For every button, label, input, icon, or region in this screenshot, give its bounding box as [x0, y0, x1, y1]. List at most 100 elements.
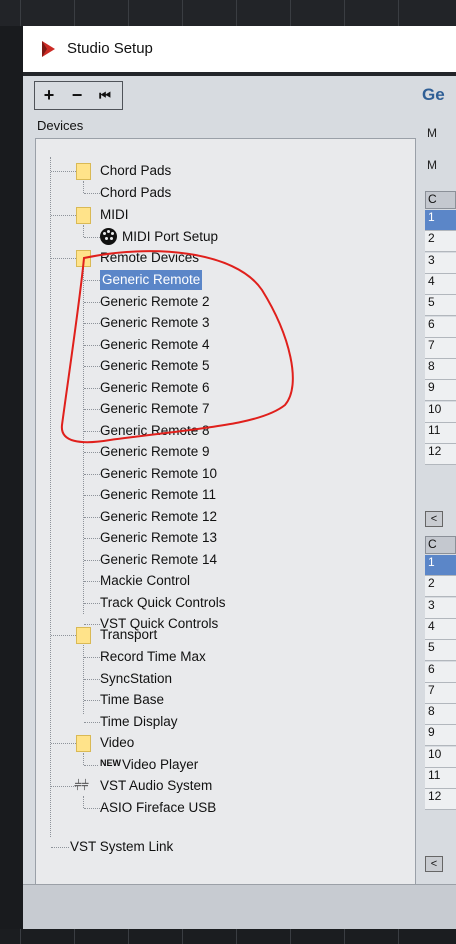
tree-item-asio-device[interactable]: ASIO Fireface USB	[100, 798, 216, 818]
folder-icon	[76, 250, 91, 267]
device-settings-panel: Ge M M C 1 2 3 4 5 6 7 8 9 10 11 12 < C 1 2 3 4 5 6 7 8 9 10…	[418, 76, 456, 886]
tree-item-transport[interactable]: SyncStation	[100, 669, 172, 689]
tree-item-remote[interactable]: Generic Remote 14	[100, 550, 217, 570]
cubase-logo-icon	[42, 41, 55, 57]
tree-folder-remote-devices[interactable]: Remote Devices	[100, 248, 199, 268]
table-row[interactable]: 4	[425, 273, 456, 295]
tree-item-remote[interactable]: Generic Remote 6	[100, 378, 210, 398]
tree-folder-chord-pads[interactable]: Chord Pads	[100, 161, 171, 181]
table-row[interactable]: 7	[425, 682, 456, 704]
tree-connector	[84, 495, 100, 496]
tree-connector	[84, 409, 100, 410]
table-row[interactable]: 2	[425, 576, 456, 598]
tree-item-remote[interactable]: Generic Remote 4	[100, 335, 210, 355]
tree-item-transport[interactable]: Record Time Max	[100, 647, 206, 667]
table-row[interactable]: 3	[425, 252, 456, 274]
tree-folder-transport[interactable]: Transport	[100, 625, 157, 645]
table-row[interactable]: 6	[425, 661, 456, 683]
table-row[interactable]: 4	[425, 618, 456, 640]
tree-item-remote[interactable]: Generic Remote 5	[100, 356, 210, 376]
table-row[interactable]: 5	[425, 640, 456, 662]
table-row[interactable]: 8	[425, 359, 456, 381]
audio-system-icon: ⫩⫩	[74, 777, 89, 793]
tree-item-vst-system-link[interactable]: VST System Link	[70, 837, 173, 857]
tree-item-vst-audio-system[interactable]: VST Audio System	[100, 776, 212, 796]
tree-connector	[84, 452, 100, 453]
tree-item-remote[interactable]: Generic Remote 9	[100, 442, 210, 462]
tree-item-remote[interactable]: Generic Remote	[100, 270, 203, 290]
tree-item-remote[interactable]: Generic Remote 10	[100, 464, 217, 484]
midi-port-icon	[100, 228, 117, 245]
scroll-left-button[interactable]: <	[425, 511, 443, 527]
tree-connector	[84, 581, 100, 582]
table-row[interactable]: 11	[425, 768, 456, 789]
table-row[interactable]: 12	[425, 444, 456, 466]
video-player-icon: NEW	[100, 758, 121, 768]
tree-item-remote[interactable]: Generic Remote 3	[100, 313, 210, 333]
tree-item-remote[interactable]: Track Quick Controls	[100, 593, 226, 613]
tree-item-remote[interactable]: Generic Remote 2	[100, 292, 210, 312]
table-header[interactable]: C	[425, 536, 456, 554]
tree-item-transport[interactable]: Time Base	[100, 690, 164, 710]
table-row[interactable]: 1	[425, 210, 456, 231]
table-row[interactable]: 9	[425, 380, 456, 402]
tree-item-remote[interactable]: Generic Remote 7	[100, 399, 210, 419]
folder-icon	[76, 207, 91, 224]
table-row[interactable]: 11	[425, 423, 456, 444]
device-tree[interactable]: Chord Pads Chord Pads MIDI MIDI Port Set…	[35, 138, 416, 898]
tree-item-transport[interactable]: Time Display	[100, 712, 178, 732]
tree-item-remote[interactable]: Generic Remote 13	[100, 528, 217, 548]
tree-connector	[84, 431, 100, 432]
tree-folder-video[interactable]: Video	[100, 733, 134, 753]
tree-connector	[84, 302, 100, 303]
tree-connector	[84, 603, 100, 604]
scroll-left-button[interactable]: <	[425, 856, 443, 872]
table-row[interactable]: 10	[425, 746, 456, 768]
folder-icon	[76, 627, 91, 644]
tree-connector	[84, 560, 100, 561]
table-row[interactable]: 12	[425, 789, 456, 811]
table-row[interactable]: 10	[425, 401, 456, 423]
tree-item-video-player[interactable]: Video Player	[122, 755, 198, 775]
table-row[interactable]: 9	[425, 725, 456, 747]
remove-device-button[interactable]: −	[63, 82, 91, 109]
table-header[interactable]: C	[425, 191, 456, 209]
tree-connector	[84, 657, 100, 658]
tree-item-remote[interactable]: Mackie Control	[100, 571, 190, 591]
window-title: Studio Setup	[67, 40, 153, 57]
tree-connector	[84, 700, 100, 701]
tree-connector	[84, 280, 100, 281]
panel-title: Ge	[422, 85, 445, 104]
table-row[interactable]: 8	[425, 704, 456, 726]
reset-device-button[interactable]: ⏮	[91, 82, 119, 109]
host-window-strip	[0, 0, 456, 26]
tree-item-remote[interactable]: Generic Remote 11	[100, 485, 216, 505]
device-toolbar: + − ⏮	[34, 81, 123, 110]
table-row[interactable]: 5	[425, 295, 456, 317]
add-device-button[interactable]: +	[35, 82, 63, 109]
host-window-strip	[0, 929, 456, 944]
table-row[interactable]: 1	[425, 555, 456, 576]
folder-icon	[76, 163, 91, 180]
tree-connector	[84, 538, 100, 539]
studio-setup-window: Studio Setup + − ⏮ Devices Chord Pads Ch…	[23, 26, 456, 930]
table-row[interactable]: 2	[425, 231, 456, 253]
tree-folder-midi[interactable]: MIDI	[100, 205, 129, 225]
panel-label: M	[427, 158, 437, 172]
tree-connector	[84, 366, 100, 367]
tree-connector	[84, 345, 100, 346]
tree-item-midi-port-setup[interactable]: MIDI Port Setup	[122, 227, 218, 247]
panel-label: M	[427, 126, 437, 140]
host-window-edge	[0, 26, 23, 929]
tree-connector	[84, 517, 100, 518]
table-row[interactable]: 6	[425, 316, 456, 338]
title-separator	[23, 72, 456, 76]
tree-item-remote[interactable]: Generic Remote 8	[100, 421, 210, 441]
table-row[interactable]: 3	[425, 597, 456, 619]
window-footer	[23, 884, 456, 930]
devices-header: Devices	[37, 118, 84, 133]
tree-connector	[84, 323, 100, 324]
table-row[interactable]: 7	[425, 337, 456, 359]
tree-item-remote[interactable]: Generic Remote 12	[100, 507, 217, 527]
tree-item-chord-pads[interactable]: Chord Pads	[100, 183, 171, 203]
